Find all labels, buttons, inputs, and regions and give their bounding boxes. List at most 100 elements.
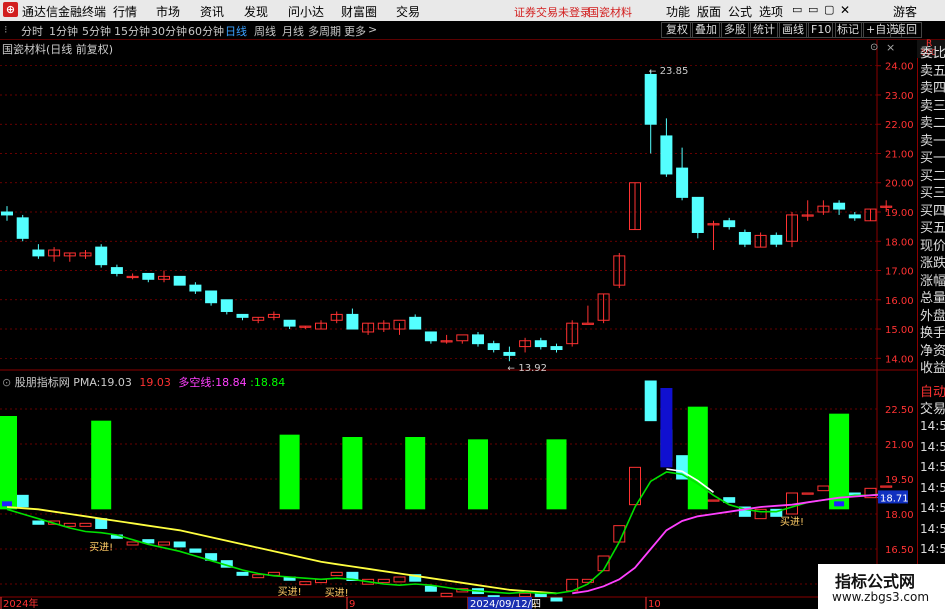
candle-body	[487, 343, 500, 351]
guest-login[interactable]: 游客	[893, 3, 917, 20]
menu-faxian[interactable]: 发现	[244, 3, 268, 20]
indicator-series: 买进!买进!买进!买进!买进!18.71	[0, 380, 909, 609]
watermark-title: 指标公式网	[835, 572, 916, 591]
menu-jiaoyi[interactable]: 交易	[396, 3, 420, 20]
period-more[interactable]: 更多	[344, 23, 366, 39]
btn-huaxian[interactable]: 画线	[777, 22, 809, 38]
menu-gongshi[interactable]: 公式	[728, 3, 752, 20]
indicator-candle	[32, 520, 45, 525]
candle-body	[456, 334, 469, 342]
period-30min[interactable]: 30分钟	[151, 23, 187, 39]
title-stock-name: 国瓷材料	[588, 6, 632, 19]
signal-green-bar	[342, 437, 363, 510]
candle-body	[770, 234, 783, 245]
menu-gongneng[interactable]: 功能	[666, 3, 690, 20]
btn-return[interactable]: 返回	[890, 22, 922, 38]
quote-row-label: 卖五	[920, 63, 945, 79]
candle-body	[550, 346, 563, 351]
menu-wenxiaoda[interactable]: 问小达	[288, 3, 324, 20]
price-axis: 24.00 23.00 22.00 21.00 20.00 19.00 18.00 17.00…	[877, 62, 914, 591]
indicator-candle	[817, 485, 830, 492]
btn-biaoji[interactable]: 标记	[832, 22, 864, 38]
price-tick-label: 14.00	[885, 354, 914, 365]
date-label: 2024/09/12/四	[470, 599, 541, 609]
indicator-candle	[424, 585, 437, 592]
indicator-candle	[707, 499, 720, 502]
app-logo-icon: ⊕	[3, 2, 18, 17]
period-toolbar: ⁝ 分时 1分钟 5分钟 15分钟 30分钟 60分钟 日线 周线 月线 多周期…	[0, 21, 945, 40]
pane-close-icon[interactable]: ×	[886, 41, 895, 54]
price-tick-label: 22.00	[885, 120, 914, 131]
dkx-label: 多空线:	[178, 376, 216, 389]
pane-settings-icon[interactable]: ⊙	[870, 42, 878, 53]
period-week[interactable]: 周线	[254, 23, 276, 39]
candle-body	[723, 220, 736, 228]
price-tick-label: 21.00	[885, 149, 914, 160]
indicator-candle	[173, 541, 186, 548]
quote-row-label: 委比	[920, 46, 945, 61]
price-tick-label: 18.00	[885, 237, 914, 248]
dkx2-value: :18.84	[250, 376, 286, 389]
buy-signal-label: 买进!	[780, 516, 804, 528]
indicator-candle	[16, 494, 29, 508]
btn-duogu[interactable]: 多股	[719, 22, 751, 38]
menu-shichang[interactable]: 市场	[156, 3, 180, 20]
period-15min[interactable]: 15分钟	[114, 23, 150, 39]
current-price-value: 18.71	[880, 493, 909, 504]
toolbar-collapse-icon[interactable]: ⁝	[4, 23, 8, 36]
dkx-value: 18.84	[215, 376, 247, 389]
candle-body	[581, 322, 594, 325]
btn-fuquan[interactable]: 复权	[661, 22, 693, 38]
signal-green-bar	[687, 406, 708, 510]
more-arrow-icon[interactable]: >	[368, 23, 377, 36]
quote-row-label: 买一	[920, 151, 945, 166]
green-ma-line	[6, 471, 887, 595]
period-day[interactable]: 日线	[225, 23, 247, 39]
trade-label[interactable]: 交易	[920, 402, 945, 417]
quote-row-label: 卖一	[920, 133, 945, 149]
menu-banmian[interactable]: 版面	[697, 3, 721, 20]
maximize-icon[interactable]: ▢	[824, 3, 834, 16]
period-60min[interactable]: 60分钟	[188, 23, 224, 39]
btn-diejia[interactable]: 叠加	[690, 22, 722, 38]
signal-green-bar	[0, 416, 17, 510]
quote-row-label: 买五	[920, 221, 945, 236]
watermark: 指标公式网 www.zbgs3.com	[818, 564, 945, 609]
login-notice[interactable]: 证券交易未登录	[514, 4, 591, 20]
main-chart-title: 国瓷材料(日线 前复权)	[2, 43, 114, 56]
menu-zixun[interactable]: 资讯	[200, 3, 224, 20]
candle-body	[691, 196, 704, 233]
indicator-candle	[377, 578, 390, 584]
trade-time: 14:56	[920, 439, 945, 454]
menu-xuanxiang[interactable]: 选项	[759, 3, 783, 20]
candle-body	[644, 73, 657, 125]
restore-icon[interactable]: ▭	[808, 3, 818, 16]
minimize-icon[interactable]: ▭	[792, 3, 802, 16]
indicator-candle	[676, 455, 689, 480]
signal-green-bar	[279, 434, 300, 510]
period-multi[interactable]: 多周期	[308, 23, 341, 39]
quote-row-label: 收益	[920, 361, 945, 376]
low-arrow-icon: ←	[507, 364, 515, 374]
period-month[interactable]: 月线	[282, 23, 304, 39]
high-price-label: 23.85	[660, 66, 689, 77]
menu-hangqing[interactable]: 行情	[113, 3, 137, 20]
quote-row-label: 外盘	[920, 308, 945, 324]
period-5min[interactable]: 5分钟	[82, 23, 111, 39]
price-tick-label: 15.00	[885, 325, 914, 336]
btn-tongji[interactable]: 统计	[748, 22, 780, 38]
chart-canvas[interactable]: 23.85←13.92← 买进!买进!买进!买进!买进!18.71 24.002…	[0, 40, 917, 609]
trade-time: 14:56	[920, 542, 945, 556]
indicator-settings-icon[interactable]: ⊙	[2, 376, 11, 389]
close-icon[interactable]: ✕	[840, 3, 850, 17]
trade-time: 14:56	[920, 501, 945, 515]
date-label: 9	[349, 599, 355, 609]
trade-label[interactable]: 自动	[920, 385, 945, 400]
indicator-candle	[126, 541, 139, 546]
menu-caifuquan[interactable]: 财富圈	[341, 3, 377, 20]
quote-row-label: 买四	[920, 203, 945, 219]
period-1min[interactable]: 1分钟	[49, 23, 78, 39]
period-fenshi[interactable]: 分时	[21, 23, 43, 39]
indicator-candle	[79, 522, 92, 527]
quote-row-label: 涨幅	[920, 273, 945, 289]
